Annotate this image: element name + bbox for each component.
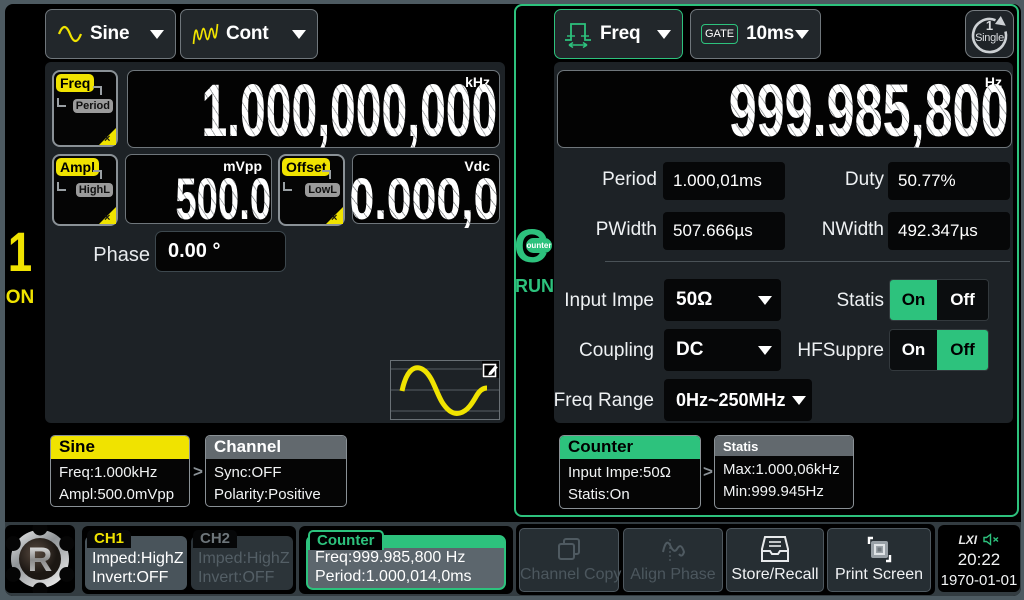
svg-text:R: R	[28, 541, 53, 579]
